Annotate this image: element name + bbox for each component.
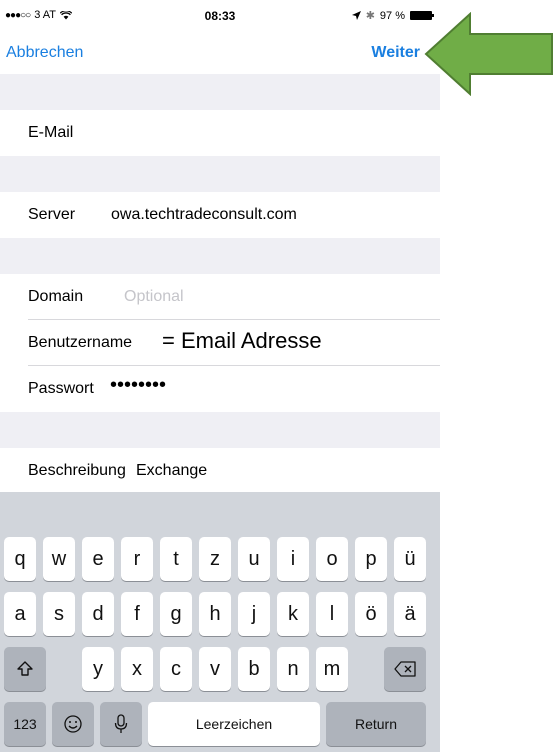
phone-screen: ●●●○○ 3 AT 08:33 ✱ 97 % Abbrechen Weiter… (0, 0, 440, 752)
numbers-key[interactable]: 123 (4, 702, 46, 746)
shift-icon (17, 661, 33, 676)
key-n[interactable]: n (277, 647, 309, 691)
return-key[interactable]: Return (326, 702, 426, 746)
username-row[interactable]: Benutzername = Email Adresse (0, 320, 440, 366)
key-v[interactable]: v (199, 647, 231, 691)
microphone-icon (114, 714, 128, 733)
section-gap (0, 238, 440, 274)
section-gap (0, 412, 440, 448)
key-f[interactable]: f (121, 592, 153, 636)
key-c[interactable]: c (160, 647, 192, 691)
username-label: Benutzername (28, 334, 133, 351)
key-e[interactable]: e (82, 537, 114, 581)
domain-row[interactable]: Domain Optional (0, 274, 440, 320)
backspace-icon (394, 661, 416, 677)
status-bar: ●●●○○ 3 AT 08:33 ✱ 97 % (0, 0, 440, 34)
server-field[interactable]: owa.techtradeconsult.com (111, 206, 297, 224)
key-z[interactable]: z (199, 537, 231, 581)
key-h[interactable]: h (199, 592, 231, 636)
password-field[interactable]: •••••••• (110, 374, 166, 397)
section-gap (0, 156, 440, 192)
description-row[interactable]: Beschreibung Exchange (0, 448, 440, 494)
key-b[interactable]: b (238, 647, 270, 691)
server-label: Server (28, 206, 76, 223)
key-d[interactable]: d (82, 592, 114, 636)
key-w[interactable]: w (43, 537, 75, 581)
domain-label: Domain (28, 288, 84, 305)
key-x[interactable]: x (121, 647, 153, 691)
section-gap (0, 74, 440, 110)
key-y[interactable]: y (82, 647, 114, 691)
next-button[interactable]: Weiter (371, 44, 420, 62)
server-row[interactable]: Server owa.techtradeconsult.com (0, 192, 440, 238)
green-arrow-annotation (424, 12, 553, 96)
key-j[interactable]: j (238, 592, 270, 636)
emoji-icon (64, 715, 82, 733)
key-r[interactable]: r (121, 537, 153, 581)
navigation-bar: Abbrechen Weiter (0, 34, 440, 74)
key-l[interactable]: l (316, 592, 348, 636)
onscreen-keyboard: q w e r t z u i o p ü a s d f g h j k l … (0, 492, 440, 752)
key-o[interactable]: o (316, 537, 348, 581)
key-k[interactable]: k (277, 592, 309, 636)
key-ue[interactable]: ü (394, 537, 426, 581)
email-label: E-Mail (28, 124, 74, 141)
username-field[interactable]: = Email Adresse (162, 328, 322, 354)
email-row[interactable]: E-Mail (0, 110, 440, 156)
key-i[interactable]: i (277, 537, 309, 581)
key-q[interactable]: q (4, 537, 36, 581)
key-g[interactable]: g (160, 592, 192, 636)
password-row[interactable]: Passwort •••••••• (0, 366, 440, 412)
description-label: Beschreibung (28, 462, 126, 479)
domain-field[interactable]: Optional (124, 288, 184, 306)
key-m[interactable]: m (316, 647, 348, 691)
key-ae[interactable]: ä (394, 592, 426, 636)
key-t[interactable]: t (160, 537, 192, 581)
key-u[interactable]: u (238, 537, 270, 581)
key-a[interactable]: a (4, 592, 36, 636)
description-field[interactable]: Exchange (136, 462, 207, 480)
bluetooth-icon: ✱ (365, 10, 375, 22)
battery-percentage: 97 % (379, 9, 405, 22)
account-form: E-Mail Server owa.techtradeconsult.com D… (0, 74, 440, 494)
shift-key[interactable] (4, 647, 46, 691)
location-icon (351, 11, 361, 20)
emoji-key[interactable] (52, 702, 94, 746)
space-key[interactable]: Leerzeichen (148, 702, 320, 746)
password-label: Passwort (28, 380, 94, 397)
key-p[interactable]: p (355, 537, 387, 581)
key-oe[interactable]: ö (355, 592, 387, 636)
delete-key[interactable] (384, 647, 426, 691)
cancel-button[interactable]: Abbrechen (6, 44, 83, 62)
dictation-key[interactable] (100, 702, 142, 746)
key-s[interactable]: s (43, 592, 75, 636)
